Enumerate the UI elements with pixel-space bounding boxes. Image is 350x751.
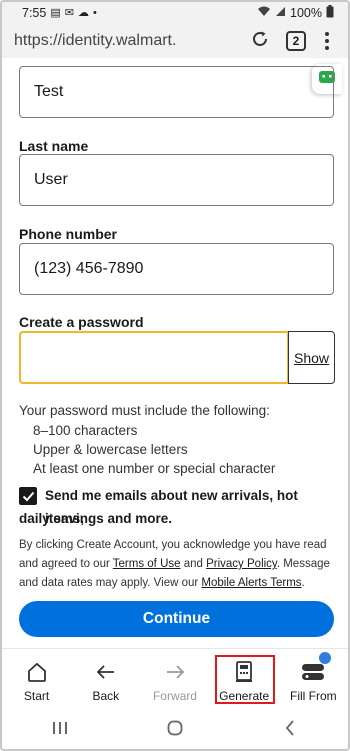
start-label: Start xyxy=(23,689,50,703)
password-rule: Upper & lowercase letters xyxy=(33,442,188,457)
terms-of-use-link[interactable]: Terms of Use xyxy=(113,558,181,570)
arrow-left-icon xyxy=(95,661,117,683)
cloud-icon: ☁ xyxy=(77,6,89,19)
last-name-value: User xyxy=(34,171,68,188)
back-label: Back xyxy=(92,689,120,703)
android-nav-bar xyxy=(2,707,348,749)
mobile-alerts-terms-link[interactable]: Mobile Alerts Terms xyxy=(201,577,301,589)
arrow-right-icon xyxy=(164,661,186,683)
password-input[interactable] xyxy=(19,331,289,384)
last-name-input[interactable]: User xyxy=(19,154,334,206)
first-name-value: Test xyxy=(34,83,64,100)
tabs-button[interactable]: 2 xyxy=(278,27,314,55)
dot-icon: • xyxy=(92,6,97,19)
phone-label: Phone number xyxy=(19,226,118,242)
email-opt-in-label-continued: daily savings and more. xyxy=(19,511,173,526)
wifi-icon xyxy=(257,6,271,20)
email-opt-in-checkbox[interactable] xyxy=(19,487,37,505)
password-rules-title: Your password must include the following… xyxy=(19,403,270,418)
home-circle-icon xyxy=(167,720,183,741)
fill-from-label: Fill From xyxy=(290,689,337,703)
legal-text: By clicking Create Account, you acknowle… xyxy=(19,536,337,593)
url-field[interactable]: https://identity.walmart. xyxy=(12,27,242,55)
highlight-box xyxy=(215,655,275,704)
phone-input[interactable]: (123) 456-7890 xyxy=(19,243,334,295)
fill-from-button[interactable]: Fill From xyxy=(280,652,346,703)
more-vert-icon xyxy=(325,32,329,50)
chevron-left-icon xyxy=(285,719,295,741)
home-nav-button[interactable] xyxy=(145,715,205,745)
tab-count: 2 xyxy=(286,31,306,51)
check-icon xyxy=(22,491,34,501)
continue-button[interactable]: Continue xyxy=(19,601,334,637)
status-time: 7:55 xyxy=(22,6,47,20)
password-rule: 8–100 characters xyxy=(33,423,138,438)
password-rule: At least one number or special character xyxy=(33,461,276,476)
fill-from-icon xyxy=(299,652,332,683)
show-password-button[interactable]: Show xyxy=(288,331,335,384)
reload-icon xyxy=(251,30,269,53)
recent-apps-button[interactable] xyxy=(30,715,90,745)
legal-text-part: . xyxy=(301,577,305,589)
battery-percent: 100% xyxy=(290,6,322,20)
battery-icon xyxy=(326,5,334,21)
password-label: Create a password xyxy=(19,314,144,330)
notification-badge xyxy=(319,652,332,664)
forward-label: Forward xyxy=(152,689,197,703)
start-button[interactable]: Start xyxy=(4,661,70,703)
browser-url-bar: https://identity.walmart. 2 xyxy=(2,24,348,58)
recent-apps-icon xyxy=(52,721,68,740)
status-bar: 7:55 ▤ ✉ ☁ • 100% xyxy=(2,2,348,24)
bottom-toolbar: Start Back Forward Generate Fill From xyxy=(2,648,348,706)
home-icon xyxy=(26,661,48,683)
back-nav-button[interactable] xyxy=(260,715,320,745)
gallery-icon: ▤ xyxy=(50,6,61,19)
last-name-label: Last name xyxy=(19,138,89,154)
privacy-policy-link[interactable]: Privacy Policy xyxy=(206,558,277,570)
more-menu-button[interactable] xyxy=(314,27,340,55)
phone-value: (123) 456-7890 xyxy=(34,260,144,277)
first-name-input[interactable]: Test xyxy=(19,66,334,118)
back-button[interactable]: Back xyxy=(73,661,139,703)
mail-icon: ✉ xyxy=(64,6,74,19)
forward-button[interactable]: Forward xyxy=(142,661,208,703)
reload-button[interactable] xyxy=(242,27,278,55)
legal-text-part: and xyxy=(180,558,207,570)
signal-icon xyxy=(275,6,286,20)
phone-screen: 7:55 ▤ ✉ ☁ • 100% https://identity.walma… xyxy=(0,0,350,751)
